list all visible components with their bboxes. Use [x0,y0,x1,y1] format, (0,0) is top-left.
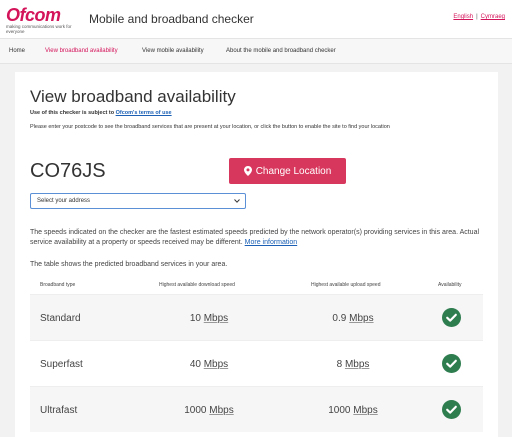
row-upload: 0.9 Mbps [298,313,408,324]
row-type: Superfast [40,359,83,370]
more-information-link[interactable]: More information [245,239,298,246]
download-value: 10 [189,313,201,324]
terms-prefix: Use of this checker is subject to [30,110,116,116]
upload-unit: Mbps [344,359,370,370]
terms-link[interactable]: Ofcom's terms of use [116,110,172,116]
row-download: 10 Mbps [154,313,264,324]
site-title: Mobile and broadband checker [89,12,254,26]
header-download: Highest available download speed [159,282,235,288]
postcode-display: CO76JS [30,160,106,182]
map-pin-icon [243,166,252,176]
check-circle-icon [442,354,461,373]
upload-unit: Mbps [349,313,374,324]
terms-notice: Use of this checker is subject to Ofcom'… [30,110,172,116]
main-nav: Home View broadband availability View mo… [0,38,512,64]
nav-home[interactable]: Home [9,48,25,54]
ofcom-logo[interactable]: Ofcom making communications work for eve… [6,6,78,34]
change-location-button[interactable]: Change Location [229,158,346,184]
table-header: Broadband type Highest available downloa… [30,276,483,294]
page-title: View broadband availability [30,87,236,106]
upload-value: 8 [336,359,343,370]
nav-broadband[interactable]: View broadband availability [45,48,118,54]
download-value: 40 [189,359,201,370]
broadband-table: Broadband type Highest available downloa… [30,276,483,432]
logo-wordmark: Ofcom [6,5,61,25]
upload-value: 0.9 [332,313,347,324]
site-header: Ofcom making communications work for eve… [0,0,512,38]
speed-info: The speeds indicated on the checker are … [30,228,490,248]
lang-welsh-link[interactable]: Cymraeg [481,14,505,20]
upload-unit: Mbps [353,405,378,416]
download-unit: Mbps [203,313,229,324]
lang-english-link[interactable]: English [453,14,473,20]
logo-tagline: making communications work for everyone [6,24,72,34]
row-download: 1000 Mbps [154,405,264,416]
instruction-text: Please enter your postcode to see the br… [30,124,390,130]
nav-mobile[interactable]: View mobile availability [142,48,204,54]
download-unit: Mbps [203,359,229,370]
address-select[interactable]: Select your address [30,193,246,209]
header-type: Broadband type [40,282,76,288]
change-location-label: Change Location [255,165,332,177]
header-availability: Availability [438,282,462,288]
table-intro: The table shows the predicted broadband … [30,261,228,268]
row-type: Standard [40,313,81,324]
row-upload: 8 Mbps [298,359,408,370]
download-value: 1000 [184,405,207,416]
row-upload: 1000 Mbps [298,405,408,416]
table-row: Ultrafast 1000 Mbps 1000 Mbps [30,386,483,432]
language-switcher: English | Cymraeg [453,14,505,20]
table-row: Standard 10 Mbps 0.9 Mbps [30,294,483,340]
header-upload: Highest available upload speed [311,282,381,288]
nav-about[interactable]: About the mobile and broadband checker [226,48,336,54]
lang-separator: | [476,14,478,20]
check-circle-icon [442,400,461,419]
address-select-value: Select your address [37,198,91,204]
check-circle-icon [442,308,461,327]
table-row: Superfast 40 Mbps 8 Mbps [30,340,483,386]
main-card: View broadband availability Use of this … [15,72,498,437]
row-type: Ultrafast [40,405,78,416]
download-unit: Mbps [209,405,234,416]
chevron-down-icon [234,199,240,203]
upload-value: 1000 [328,405,351,416]
row-download: 40 Mbps [154,359,264,370]
